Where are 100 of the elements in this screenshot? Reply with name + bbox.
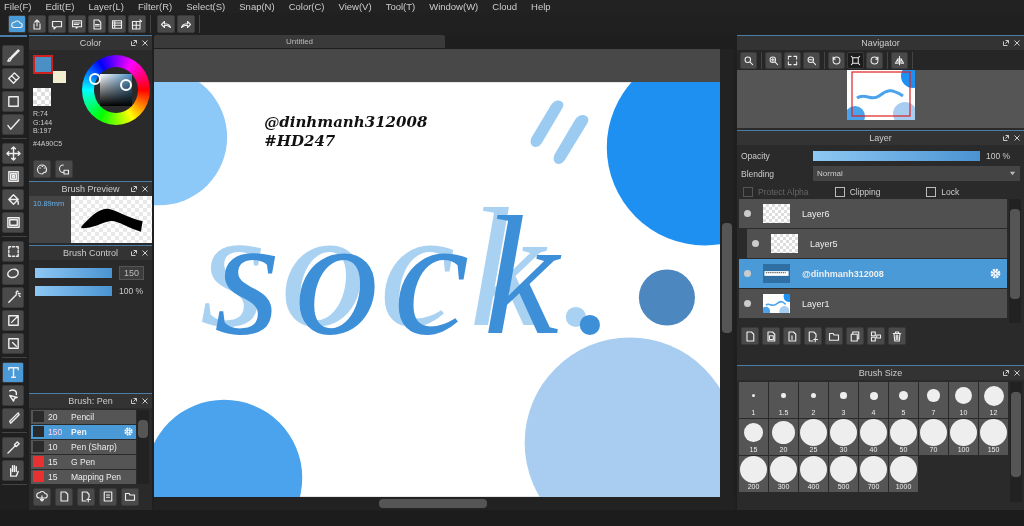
tool-button[interactable]: [2, 166, 24, 187]
navigator-button[interactable]: [828, 51, 845, 69]
toolbar-button[interactable]: [48, 15, 66, 33]
visibility-dot[interactable]: [752, 240, 759, 247]
menu-item[interactable]: Tool(T): [385, 1, 416, 12]
scrollbar[interactable]: [1010, 382, 1022, 502]
popout-icon[interactable]: [1002, 369, 1010, 377]
brush-opacity-slider[interactable]: [35, 286, 112, 297]
checkbox[interactable]: Clipping: [834, 187, 927, 197]
brush-list-item[interactable]: 15 G Pen: [31, 455, 136, 469]
visibility-dot[interactable]: [744, 270, 751, 277]
toolbar-button[interactable]: [28, 15, 46, 33]
tool-button[interactable]: [2, 264, 24, 285]
transparent-swatch[interactable]: [33, 88, 51, 106]
tool-button[interactable]: [2, 385, 24, 406]
scrollbar[interactable]: [137, 410, 149, 484]
menu-item[interactable]: Select(S): [186, 1, 226, 12]
popout-icon[interactable]: [130, 397, 138, 405]
new-page-button[interactable]: [741, 327, 759, 345]
menu-item[interactable]: Layer(L): [88, 1, 124, 12]
duplicate-button[interactable]: [846, 327, 864, 345]
navigator-button[interactable]: [803, 51, 820, 69]
palette-panel-button[interactable]: [55, 160, 73, 178]
layer-row[interactable]: Layer6: [739, 199, 1007, 228]
checkbox-square[interactable]: [834, 187, 845, 197]
toolbar-button[interactable]: [177, 15, 195, 33]
blending-dropdown[interactable]: Normal: [813, 166, 1020, 181]
tool-button[interactable]: [2, 437, 24, 458]
tool-button[interactable]: [2, 333, 24, 354]
navigator-button[interactable]: [891, 51, 908, 69]
tool-button[interactable]: [2, 408, 24, 429]
toolbar-button[interactable]: [8, 15, 26, 33]
secondary-color-swatch[interactable]: [53, 71, 66, 83]
menu-item[interactable]: Edit(E): [45, 1, 75, 12]
toolbar-button[interactable]: [108, 15, 126, 33]
navigator-button[interactable]: [784, 51, 801, 69]
menu-item[interactable]: Help: [531, 1, 551, 12]
popout-icon[interactable]: [1002, 39, 1010, 47]
toolbar-button[interactable]: [88, 15, 106, 33]
checkbox-square[interactable]: [926, 187, 937, 197]
navigator-button[interactable]: [765, 51, 782, 69]
layer-opacity-slider[interactable]: [813, 150, 980, 161]
menu-item[interactable]: Snap(N): [239, 1, 275, 12]
menu-item[interactable]: View(V): [338, 1, 372, 12]
tool-button[interactable]: [2, 143, 24, 164]
scrollbar[interactable]: [1009, 199, 1021, 323]
canvas-thumbnail[interactable]: [846, 70, 915, 120]
close-icon[interactable]: [1013, 134, 1021, 142]
gear-icon[interactable]: [123, 426, 134, 438]
folder-button[interactable]: [121, 488, 139, 506]
brush-list-item[interactable]: 10 Pen (Sharp): [31, 440, 136, 454]
popout-icon[interactable]: [1002, 134, 1010, 142]
script-page-button[interactable]: [99, 488, 117, 506]
close-icon[interactable]: [141, 184, 149, 193]
checkbox[interactable]: Lock: [926, 187, 1018, 197]
folder-button[interactable]: [825, 327, 843, 345]
tool-button[interactable]: [2, 310, 24, 331]
tool-button[interactable]: [2, 91, 24, 112]
hue-handle[interactable]: [88, 73, 101, 85]
toolbar-button[interactable]: [68, 15, 86, 33]
add-page-button[interactable]: [77, 488, 95, 506]
trash-button[interactable]: [888, 327, 906, 345]
popout-icon[interactable]: [130, 249, 138, 258]
navigator-button[interactable]: [866, 51, 883, 69]
saturation-square[interactable]: [99, 74, 132, 106]
close-icon[interactable]: [1013, 39, 1021, 47]
tool-button[interactable]: [2, 241, 24, 262]
add-page-button[interactable]: [804, 327, 822, 345]
palette-button[interactable]: [33, 160, 51, 178]
tool-button[interactable]: [2, 68, 24, 89]
menu-item[interactable]: Color(C): [288, 1, 325, 12]
navigator-button[interactable]: [740, 51, 757, 69]
menu-item[interactable]: Window(W): [429, 1, 479, 12]
brush-size-slider[interactable]: [35, 268, 112, 279]
brush-list-item[interactable]: 15 Mapping Pen: [31, 470, 136, 484]
new-page-button[interactable]: [55, 488, 73, 506]
color-handle[interactable]: [119, 79, 132, 91]
toolbar-button[interactable]: [128, 15, 146, 33]
tool-button[interactable]: [2, 114, 24, 135]
primary-color-swatch[interactable]: [33, 55, 53, 74]
close-icon[interactable]: [141, 397, 149, 405]
toolbar-button[interactable]: [157, 15, 175, 33]
visibility-dot[interactable]: [744, 300, 751, 307]
close-icon[interactable]: [141, 249, 149, 258]
page-copy-button[interactable]: [762, 327, 780, 345]
visibility-dot[interactable]: [744, 210, 751, 217]
popout-icon[interactable]: [130, 184, 138, 193]
tool-button[interactable]: [2, 362, 24, 383]
close-icon[interactable]: [141, 39, 149, 47]
document-tab[interactable]: Untitled: [154, 35, 445, 48]
menu-item[interactable]: Cloud: [492, 1, 518, 12]
cloud-download-button[interactable]: [33, 488, 51, 506]
menu-item[interactable]: File(F): [4, 1, 32, 12]
navigator-button[interactable]: [847, 51, 864, 69]
close-icon[interactable]: [1013, 369, 1021, 377]
layer-row[interactable]: Layer1: [739, 289, 1007, 318]
page-number-button[interactable]: [783, 327, 801, 345]
gear-icon[interactable]: [989, 267, 1002, 280]
merge-button[interactable]: [867, 327, 885, 345]
tool-button[interactable]: [2, 189, 24, 210]
